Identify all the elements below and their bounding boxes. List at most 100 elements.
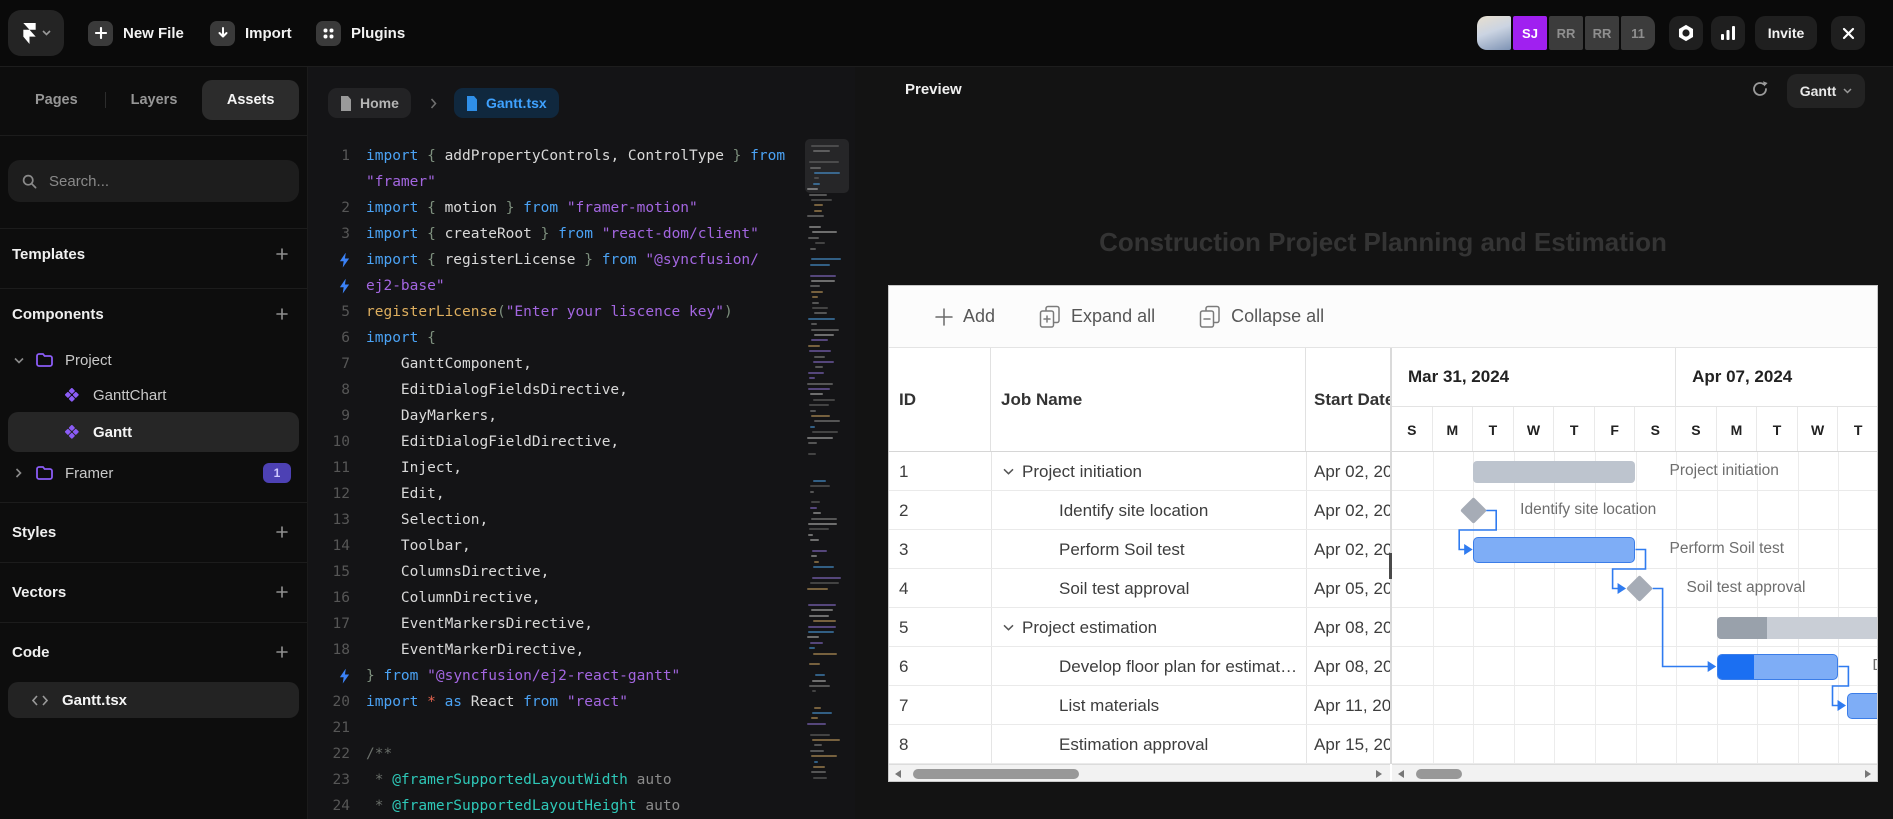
gantt-cell-job-name[interactable]: Estimation approval (991, 725, 1306, 764)
code-line[interactable]: 16 ColumnDirective, (308, 585, 855, 611)
gantt-cell-job-name[interactable]: List materials (991, 686, 1306, 725)
analytics-button[interactable] (1711, 16, 1745, 50)
chevron-down-icon[interactable] (1003, 624, 1014, 631)
task-bar[interactable] (1846, 692, 1877, 719)
code-line[interactable]: 10 EditDialogFieldDirective, (308, 429, 855, 455)
chart-horizontal-scrollbar[interactable] (1392, 764, 1877, 781)
column-header-job-name[interactable]: Job Name (991, 348, 1306, 452)
gantt-cell-job-name[interactable]: Perform Soil test (991, 530, 1306, 569)
code-line[interactable]: 15 ColumnsDirective, (308, 559, 855, 585)
gantt-cell-start-date[interactable]: Apr 11, 2024 (1306, 686, 1390, 725)
gantt-cell-start-date[interactable]: Apr 02, 2024 (1306, 491, 1390, 530)
add-code-file-button[interactable] (273, 638, 291, 666)
gantt-cell-id[interactable]: 1 (889, 452, 991, 491)
tab-pages[interactable]: Pages (8, 80, 105, 120)
code-line[interactable]: import { registerLicense } from "@syncfu… (308, 247, 855, 273)
gantt-expand-all-button[interactable]: Expand all (1039, 305, 1155, 329)
code-line[interactable]: } from "@syncfusion/ej2-react-gantt" (308, 663, 855, 689)
add-template-button[interactable] (273, 240, 291, 268)
code-line[interactable]: 22 /** (308, 741, 855, 767)
refresh-icon[interactable] (1751, 80, 1769, 98)
parent-task-bar[interactable] (1473, 460, 1636, 483)
column-header-start-date[interactable]: Start Date (1306, 348, 1390, 452)
import-button[interactable]: Import (210, 0, 292, 66)
code-line[interactable]: 13 Selection, (308, 507, 855, 533)
code-line[interactable]: 5 registerLicense("Enter your liscence ke… (308, 299, 855, 325)
avatar-overflow-count[interactable]: 11 (1621, 16, 1655, 50)
code-line[interactable]: 8 EditDialogFieldsDirective, (308, 377, 855, 403)
code-line[interactable]: 11 Inject, (308, 455, 855, 481)
gantt-cell-id[interactable]: 7 (889, 686, 991, 725)
avatar-rr-1[interactable]: RR (1549, 16, 1583, 50)
scroll-left-arrow[interactable] (1398, 770, 1404, 778)
code-line[interactable]: 6 import { (308, 325, 855, 351)
gantt-add-button[interactable]: Add (935, 306, 995, 327)
shield-button[interactable] (1669, 16, 1703, 50)
code-line[interactable]: 1 import { addPropertyControls, ControlTy… (308, 143, 855, 169)
code-line[interactable]: 24 * @framerSupportedLayoutHeight auto (308, 793, 855, 819)
avatar-sj[interactable]: SJ (1513, 16, 1547, 50)
task-bar[interactable] (1473, 536, 1636, 563)
code-line[interactable]: 18 EventMarkerDirective, (308, 637, 855, 663)
gantt-cell-id[interactable]: 4 (889, 569, 991, 608)
code-line[interactable]: 17 EventMarkersDirective, (308, 611, 855, 637)
code-line[interactable]: 20 import * as React from "react" (308, 689, 855, 715)
gantt-collapse-all-button[interactable]: Collapse all (1199, 305, 1324, 329)
code-line[interactable]: 14 Toolbar, (308, 533, 855, 559)
plugins-button[interactable]: Plugins (316, 0, 405, 66)
minimap[interactable] (805, 139, 849, 813)
chevron-down-icon[interactable] (14, 357, 24, 364)
code-line[interactable]: 9 DayMarkers, (308, 403, 855, 429)
milestone-diamond[interactable] (1626, 575, 1653, 602)
parent-task-bar[interactable] (1716, 616, 1877, 639)
grid-horizontal-scrollbar[interactable] (889, 764, 1390, 781)
scroll-left-arrow[interactable] (895, 770, 901, 778)
task-bar[interactable] (1716, 653, 1839, 680)
code-line[interactable]: "framer" (308, 169, 855, 195)
gantt-cell-id[interactable]: 3 (889, 530, 991, 569)
gantt-cell-start-date[interactable]: Apr 05, 2024 (1306, 569, 1390, 608)
gantt-cell-job-name[interactable]: Soil test approval (991, 569, 1306, 608)
tree-item-ganttchart[interactable]: GanttChart (0, 381, 307, 409)
code-content[interactable]: 1 import { addPropertyControls, ControlTy… (308, 143, 855, 819)
add-component-button[interactable] (273, 300, 291, 328)
gantt-cell-id[interactable]: 8 (889, 725, 991, 764)
gantt-cell-job-name[interactable]: Project estimation (991, 608, 1306, 647)
new-file-button[interactable]: New File (88, 0, 184, 66)
tree-item-project[interactable]: Project (0, 346, 307, 374)
framer-menu-button[interactable] (8, 10, 64, 56)
tab-layers[interactable]: Layers (106, 80, 203, 120)
gantt-cell-job-name[interactable]: Develop floor plan for estimation (991, 647, 1306, 686)
gantt-cell-id[interactable]: 2 (889, 491, 991, 530)
gantt-cell-start-date[interactable]: Apr 15, 2024 (1306, 725, 1390, 764)
add-style-button[interactable] (273, 518, 291, 546)
scroll-right-arrow[interactable] (1865, 770, 1871, 778)
preview-target-select[interactable]: Gantt (1787, 74, 1865, 108)
scroll-right-arrow[interactable] (1376, 770, 1382, 778)
gantt-cell-start-date[interactable]: Apr 02, 2024 (1306, 530, 1390, 569)
splitter-handle[interactable] (1389, 553, 1392, 579)
code-line[interactable]: 12 Edit, (308, 481, 855, 507)
gantt-cell-id[interactable]: 5 (889, 608, 991, 647)
breadcrumb-home[interactable]: Home (328, 88, 411, 118)
code-line[interactable]: 21 (308, 715, 855, 741)
gantt-cell-id[interactable]: 6 (889, 647, 991, 686)
invite-button[interactable]: Invite (1755, 16, 1817, 50)
tree-item-gantt-selected[interactable]: Gantt (8, 412, 299, 452)
code-file-gantt-tsx[interactable]: Gantt.tsx (8, 682, 299, 718)
code-line[interactable]: 23 * @framerSupportedLayoutWidth auto (308, 767, 855, 793)
avatar-rr-2[interactable]: RR (1585, 16, 1619, 50)
avatar-photo[interactable] (1477, 16, 1511, 50)
tab-assets[interactable]: Assets (202, 80, 300, 120)
search-input[interactable] (47, 171, 271, 191)
gantt-cell-job-name[interactable]: Identify site location (991, 491, 1306, 530)
column-header-id[interactable]: ID (889, 348, 991, 452)
gantt-cell-start-date[interactable]: Apr 08, 2024 (1306, 608, 1390, 647)
breadcrumb-gantt-tsx[interactable]: Gantt.tsx (454, 88, 559, 118)
code-line[interactable]: 7 GanttComponent, (308, 351, 855, 377)
tree-item-framer[interactable]: Framer 1 (0, 459, 307, 487)
gantt-cell-start-date[interactable]: Apr 08, 2024 (1306, 647, 1390, 686)
close-button[interactable] (1831, 16, 1865, 50)
scrollbar-thumb[interactable] (1416, 769, 1462, 779)
gantt-cell-start-date[interactable]: Apr 02, 2024 (1306, 452, 1390, 491)
